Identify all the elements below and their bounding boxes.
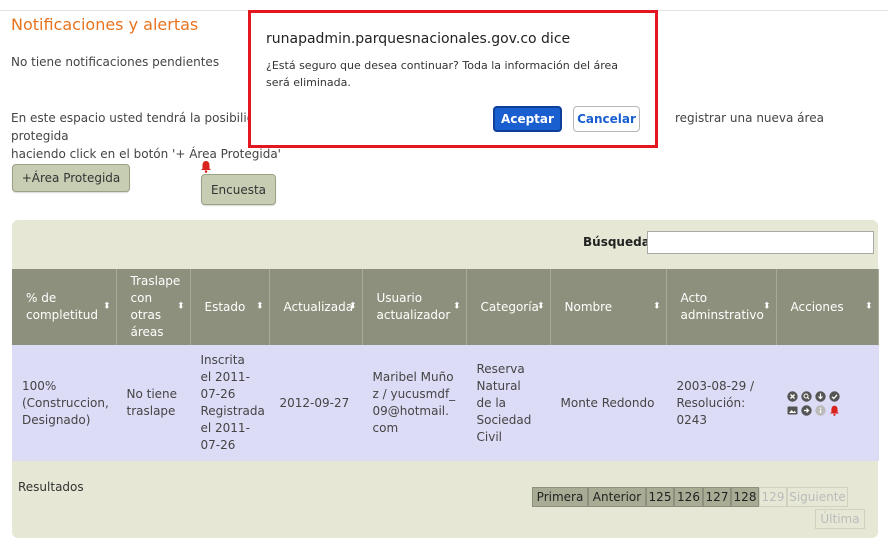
header-nombre[interactable]: Nombre ⬍ xyxy=(550,269,667,345)
image-icon[interactable] xyxy=(787,405,798,416)
arrow-right-icon[interactable] xyxy=(800,404,812,416)
download-icon[interactable] xyxy=(814,390,826,402)
sort-icon: ⬍ xyxy=(102,301,111,312)
header-acciones[interactable]: Acciones ⬍ xyxy=(776,269,879,345)
sort-icon: ⬍ xyxy=(176,301,185,312)
search-label: Búsqueda: xyxy=(583,235,655,249)
sort-icon: ⬍ xyxy=(348,301,357,312)
info-line2: haciendo click en el botón '+ Área Prote… xyxy=(11,147,281,161)
sort-icon: ⬍ xyxy=(652,301,661,312)
search-icon[interactable] xyxy=(800,390,812,402)
page-127-button[interactable]: 127 xyxy=(703,487,731,507)
table-header-row: % de completitud ⬍ Traslape con otras áre… xyxy=(12,269,879,345)
page-previous-button[interactable]: Anterior xyxy=(588,487,646,507)
cell-actualizada: 2012-09-27 xyxy=(269,345,363,461)
header-traslape[interactable]: Traslape con otras áreas ⬍ xyxy=(116,269,191,345)
no-notifications-text: No tiene notificaciones pendientes xyxy=(11,55,220,69)
row-actions xyxy=(786,390,868,416)
page-last-button: Última xyxy=(815,509,865,529)
info-line1-left: En este espacio usted tendrá la posibili… xyxy=(11,111,270,125)
page-129-button: 129 xyxy=(759,487,787,507)
page-next-button: Siguiente xyxy=(787,487,848,507)
sort-icon: ⬍ xyxy=(762,301,771,312)
check-icon[interactable] xyxy=(828,390,840,402)
cell-traslape: No tiene traslape xyxy=(116,345,191,461)
confirm-dialog: runapadmin.parquesnacionales.gov.co dice… xyxy=(248,10,658,148)
header-estado[interactable]: Estado ⬍ xyxy=(190,269,270,345)
dialog-title: runapadmin.parquesnacionales.gov.co dice xyxy=(266,31,571,47)
page-title: Notificaciones y alertas xyxy=(11,15,199,34)
results-label: Resultados xyxy=(18,480,84,494)
areas-table: % de completitud ⬍ Traslape con otras áre… xyxy=(12,269,879,461)
table-row: 100% (Construccion, Designado) No tiene … xyxy=(12,345,879,461)
sort-icon: ⬍ xyxy=(452,301,461,312)
cell-categoria: Reserva Natural de la Sociedad Civil xyxy=(466,345,551,461)
sort-icon: ⬍ xyxy=(536,301,545,312)
cell-usuario: Maribel Muñoz / yucusmdf_09@hotmail.com xyxy=(362,345,467,461)
cell-estado: Inscrita el 2011-07-26 Registrada el 201… xyxy=(190,345,270,461)
page-126-button[interactable]: 126 xyxy=(674,487,703,507)
bell-icon xyxy=(201,161,211,173)
cell-acto: 2003-08-29 / Resolución: 0243 xyxy=(666,345,777,461)
page-first-button[interactable]: Primera xyxy=(532,487,588,507)
sort-icon: ⬍ xyxy=(864,301,873,312)
header-completitud[interactable]: % de completitud ⬍ xyxy=(12,269,117,345)
dialog-message: ¿Está seguro que desea continuar? Toda l… xyxy=(266,59,619,89)
info-icon[interactable] xyxy=(814,404,826,416)
header-categoria[interactable]: Categoría ⬍ xyxy=(466,269,551,345)
header-usuario[interactable]: Usuario actualizador ⬍ xyxy=(362,269,467,345)
header-actualizada[interactable]: Actualizada ⬍ xyxy=(269,269,363,345)
accept-button[interactable]: Aceptar xyxy=(493,106,562,132)
add-protected-area-button[interactable]: +Área Protegida xyxy=(12,164,130,192)
survey-button[interactable]: Encuesta xyxy=(201,174,276,205)
bell-icon[interactable] xyxy=(829,405,840,416)
search-input[interactable] xyxy=(647,231,874,254)
delete-icon[interactable] xyxy=(786,390,798,402)
cell-nombre: Monte Redondo xyxy=(550,345,667,461)
cell-acciones xyxy=(776,345,879,461)
header-acto[interactable]: Acto adminstrativo ⬍ xyxy=(666,269,777,345)
sort-icon: ⬍ xyxy=(255,301,264,312)
cell-completitud: 100% (Construccion, Designado) xyxy=(12,345,117,461)
page-125-button[interactable]: 125 xyxy=(646,487,674,507)
cancel-button[interactable]: Cancelar xyxy=(573,106,640,132)
page-128-button[interactable]: 128 xyxy=(731,487,759,507)
